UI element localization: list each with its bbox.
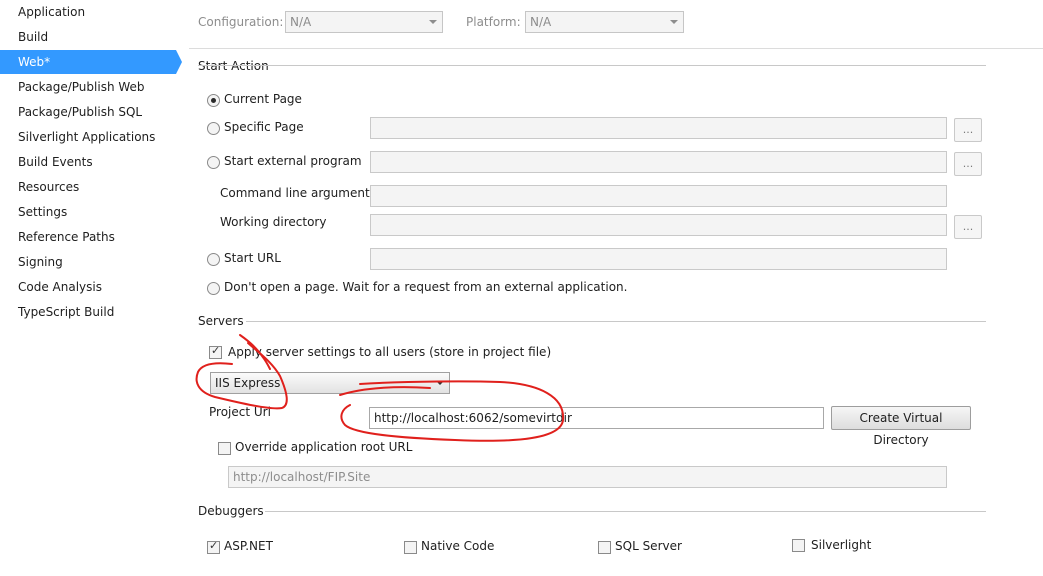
working-directory-browse-button[interactable]: ... <box>954 215 982 239</box>
start-external-program-radio[interactable] <box>207 156 220 169</box>
start-action-title: Start Action <box>198 59 269 73</box>
sql-server-debugger-checkbox[interactable] <box>598 541 611 554</box>
debuggers-title: Debuggers <box>198 504 264 518</box>
chevron-down-icon <box>429 20 437 24</box>
sidebar-item-code-analysis[interactable]: Code Analysis <box>0 275 176 299</box>
sidebar: Application Build Web* Package/Publish W… <box>0 0 182 576</box>
divider <box>246 321 986 322</box>
sidebar-item-silverlight-applications[interactable]: Silverlight Applications <box>0 125 176 149</box>
divider <box>189 48 1043 49</box>
dont-open-page-radio[interactable] <box>207 282 220 295</box>
external-program-input[interactable] <box>370 151 947 173</box>
command-line-arguments-label: Command line arguments <box>220 186 376 200</box>
sidebar-item-reference-paths[interactable]: Reference Paths <box>0 225 176 249</box>
override-root-url-label: Override application root URL <box>235 440 413 454</box>
specific-page-input[interactable] <box>370 117 947 139</box>
override-root-url-checkbox[interactable] <box>218 442 231 455</box>
native-code-debugger-checkbox[interactable] <box>404 541 417 554</box>
specific-page-radio[interactable] <box>207 122 220 135</box>
command-line-arguments-input[interactable] <box>370 185 947 207</box>
chevron-down-icon <box>436 381 444 385</box>
start-url-input[interactable] <box>370 248 947 270</box>
platform-select[interactable]: N/A <box>525 11 684 33</box>
web-properties-panel: Configuration: N/A Platform: N/A Start A… <box>189 0 1043 576</box>
sidebar-item-web[interactable]: Web* <box>0 50 182 74</box>
current-page-label: Current Page <box>224 92 302 106</box>
start-url-radio[interactable] <box>207 253 220 266</box>
dont-open-page-label: Don't open a page. Wait for a request fr… <box>224 280 628 294</box>
start-external-program-label: Start external program <box>224 154 362 168</box>
configuration-value: N/A <box>290 15 312 29</box>
divider <box>265 511 986 512</box>
aspnet-debugger-checkbox[interactable] <box>207 539 220 554</box>
sidebar-item-resources[interactable]: Resources <box>0 175 176 199</box>
server-type-select[interactable]: IIS Express <box>210 372 450 394</box>
silverlight-debugger-checkbox[interactable] <box>792 539 805 552</box>
apply-server-settings-checkbox[interactable] <box>209 344 222 359</box>
servers-title: Servers <box>198 314 244 328</box>
divider <box>198 65 986 66</box>
aspnet-debugger-label: ASP.NET <box>224 539 273 553</box>
configuration-select[interactable]: N/A <box>285 11 443 33</box>
platform-value: N/A <box>530 15 552 29</box>
sidebar-item-signing[interactable]: Signing <box>0 250 176 274</box>
chevron-down-icon <box>670 20 678 24</box>
specific-page-browse-button[interactable]: ... <box>954 118 982 142</box>
start-url-label: Start URL <box>224 251 281 265</box>
override-root-url-input[interactable]: http://localhost/FIP.Site <box>228 466 947 488</box>
working-directory-input[interactable] <box>370 214 947 236</box>
native-code-debugger-label: Native Code <box>421 539 495 553</box>
create-virtual-directory-button[interactable]: Create Virtual Directory <box>831 406 971 447</box>
current-page-radio[interactable] <box>207 94 220 107</box>
configuration-label: Configuration: <box>198 15 284 29</box>
apply-server-settings-label: Apply server settings to all users (stor… <box>228 345 552 359</box>
specific-page-label: Specific Page <box>224 120 304 134</box>
silverlight-debugger-label: Silverlight <box>811 538 872 552</box>
sql-server-debugger-label: SQL Server <box>615 539 682 553</box>
server-type-value: IIS Express <box>215 376 281 390</box>
working-directory-label: Working directory <box>220 215 327 229</box>
sidebar-item-package-publish-web[interactable]: Package/Publish Web <box>0 75 176 99</box>
sidebar-item-package-publish-sql[interactable]: Package/Publish SQL <box>0 100 176 124</box>
platform-label: Platform: <box>466 15 521 29</box>
sidebar-item-settings[interactable]: Settings <box>0 200 176 224</box>
project-url-label: Project Url <box>209 405 271 419</box>
sidebar-item-build-events[interactable]: Build Events <box>0 150 176 174</box>
external-program-browse-button[interactable]: ... <box>954 152 982 176</box>
sidebar-item-typescript-build[interactable]: TypeScript Build <box>0 300 176 324</box>
project-url-input[interactable]: http://localhost:6062/somevirtdir <box>369 407 824 429</box>
sidebar-item-build[interactable]: Build <box>0 25 176 49</box>
sidebar-item-application[interactable]: Application <box>0 0 176 24</box>
